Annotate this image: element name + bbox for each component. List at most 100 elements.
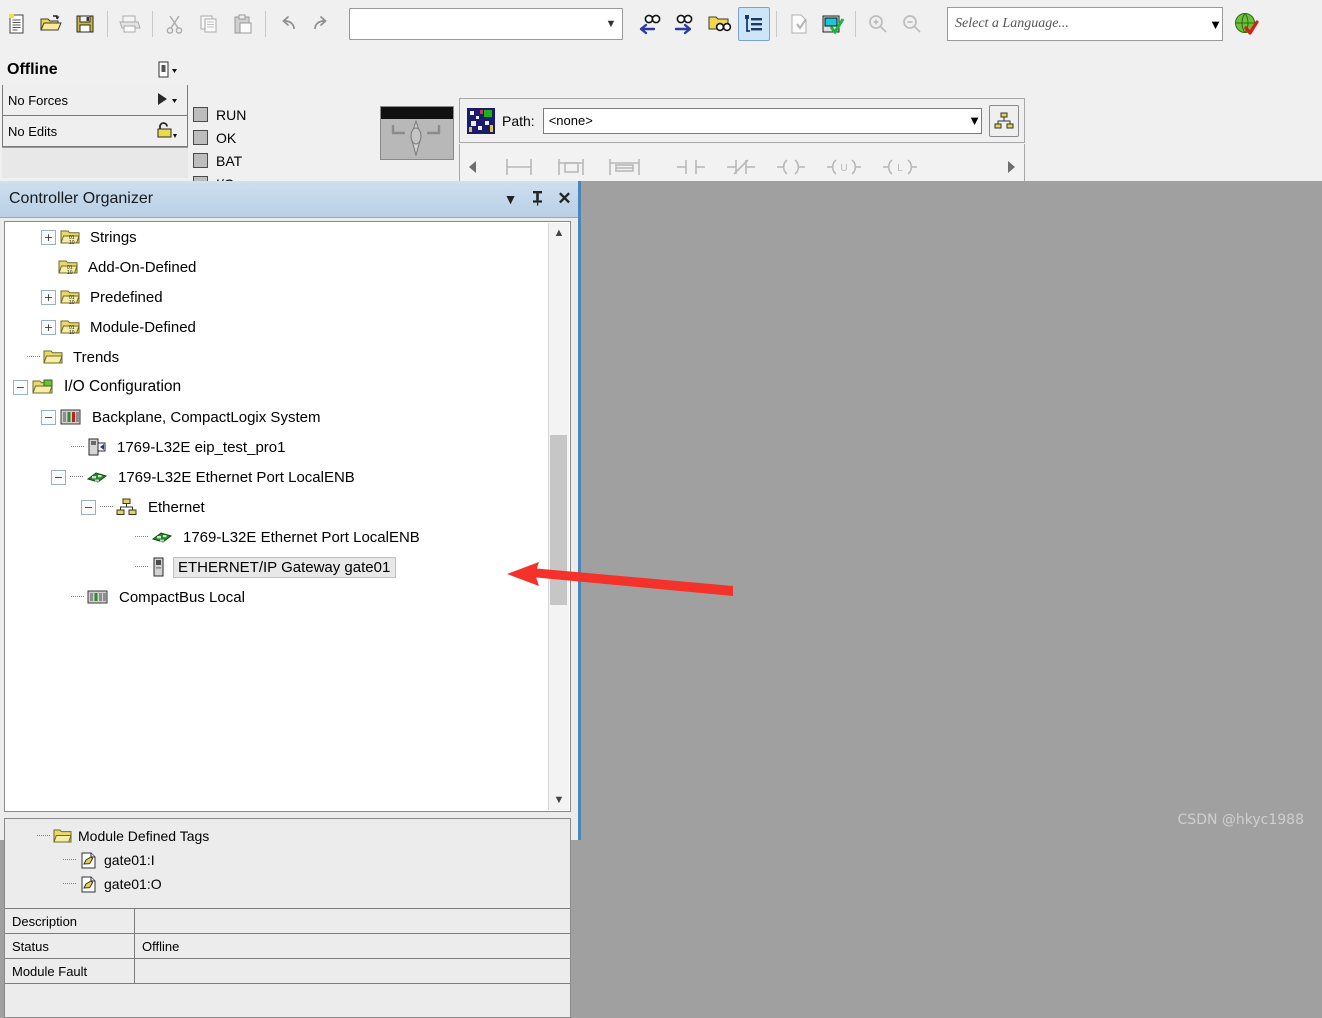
tree-line-icon — [70, 476, 83, 478]
pin-icon[interactable] — [524, 190, 551, 209]
expander-minus-icon[interactable]: − — [13, 379, 28, 395]
search-backwards-icon[interactable] — [636, 7, 668, 41]
tree-item-ethernet-ip-gateway[interactable]: ETHERNET/IP Gateway gate01 — [5, 552, 570, 582]
copy-icon[interactable] — [193, 7, 225, 41]
rslinx-who-active-icon[interactable] — [466, 107, 496, 135]
chevron-down-icon: ▼ — [1209, 16, 1222, 32]
led-label: OK — [216, 129, 237, 146]
tree-item-strings[interactable]: + 01 10 Strings — [5, 222, 570, 252]
io-folder-icon — [32, 378, 54, 396]
routine-selector-combo[interactable]: ▼ — [349, 8, 623, 40]
zoom-in-icon[interactable] — [862, 7, 894, 41]
tree-line-icon — [100, 506, 113, 508]
toolbar-separator — [152, 11, 153, 37]
close-icon[interactable]: ✕ — [551, 189, 578, 209]
edits-row[interactable]: No Edits — [2, 116, 188, 147]
tree-item-module-defined[interactable]: + 01 10 Module-Defined — [5, 312, 570, 342]
paste-icon[interactable] — [227, 7, 259, 41]
svg-text:10: 10 — [67, 270, 73, 276]
tree-item-label: Module-Defined — [90, 318, 196, 336]
tree-item-predefined[interactable]: + 01 10 Predefined — [5, 282, 570, 312]
ethernet-card-icon — [151, 528, 173, 546]
tags-root-row[interactable]: Module Defined Tags — [5, 824, 570, 848]
zoom-out-icon[interactable] — [896, 7, 928, 41]
otu-icon[interactable]: U — [825, 153, 863, 181]
branch-icon[interactable] — [554, 153, 588, 181]
tree-item-ethernet[interactable]: − Ethernet — [5, 492, 570, 522]
tree-item-ethernet-port[interactable]: − 1769-L32E Ethernet Port LocalENB — [5, 462, 570, 492]
search-forwards-icon[interactable] — [670, 7, 702, 41]
module-detail-panel: Module Defined Tags gate01:I gate01:O De… — [4, 818, 571, 1018]
tag-row[interactable]: gate01:O — [5, 872, 570, 896]
expander-minus-icon[interactable]: − — [81, 499, 96, 515]
search-toolbar-group — [635, 4, 929, 44]
otl-icon[interactable]: L — [881, 153, 919, 181]
path-browse-icon[interactable] — [989, 104, 1019, 137]
branch-level-icon[interactable] — [606, 153, 644, 181]
tree-item-trends[interactable]: Trends — [5, 342, 570, 372]
controller-organizer-panel: Controller Organizer ▼ ✕ + 01 10 Strings … — [0, 181, 578, 1018]
save-icon[interactable] — [69, 7, 101, 41]
language-selector-value: Select a Language... — [955, 16, 1069, 31]
redo-icon[interactable] — [306, 7, 338, 41]
expander-plus-icon[interactable]: + — [41, 319, 56, 335]
tree-item-compactbus-local[interactable]: CompactBus Local — [5, 582, 570, 612]
tag-icon — [79, 876, 98, 893]
status-row: Offline No Forces No Edits RUN OK BAT Pa… — [0, 48, 1322, 226]
path-input[interactable]: <none> ▼ — [542, 107, 982, 134]
tree-line-icon — [27, 356, 40, 358]
verify-routine-icon[interactable] — [783, 7, 815, 41]
scroll-down-icon[interactable]: ▼ — [549, 790, 569, 810]
panel-menu-dropdown-icon[interactable]: ▼ — [497, 191, 524, 207]
tree-scrollbar[interactable]: ▲ ▼ — [548, 223, 569, 810]
folder-icon — [43, 348, 63, 366]
expander-plus-icon[interactable]: + — [41, 289, 56, 305]
controller-organizer-tree[interactable]: + 01 10 Strings 01 10 Add-On-Defined + 01 1… — [4, 221, 571, 812]
svg-text:10: 10 — [69, 300, 75, 306]
controller-state-dropdown-icon[interactable] — [157, 60, 183, 80]
rung-icon[interactable] — [502, 153, 536, 181]
expander-minus-icon[interactable]: − — [41, 409, 56, 425]
undo-icon[interactable] — [272, 7, 304, 41]
cut-icon[interactable] — [159, 7, 191, 41]
language-globe-icon[interactable] — [1230, 7, 1262, 41]
tree-item-backplane[interactable]: − Backplane, CompactLogix System — [5, 402, 570, 432]
tree-item-controller-module[interactable]: 1769-L32E eip_test_pro1 — [5, 432, 570, 462]
padlock-icon[interactable] — [154, 120, 182, 142]
bat-led-icon — [193, 153, 208, 168]
instruction-scroll-left-icon[interactable] — [460, 160, 486, 174]
tree-item-io-configuration[interactable]: − I/O Configuration — [5, 372, 570, 402]
xio-icon[interactable] — [725, 153, 757, 181]
scroll-up-icon[interactable]: ▲ — [549, 223, 569, 243]
tree-item-add-on-defined[interactable]: 01 10 Add-On-Defined — [5, 252, 570, 282]
property-value — [135, 909, 570, 933]
expander-minus-icon[interactable]: − — [51, 469, 66, 485]
print-icon[interactable] — [114, 7, 146, 41]
controller-state-row[interactable]: Offline — [2, 54, 188, 85]
ote-icon[interactable] — [775, 153, 807, 181]
tag-label: gate01:O — [104, 876, 162, 892]
forces-row[interactable]: No Forces — [2, 85, 188, 116]
editor-workspace — [581, 181, 1322, 840]
controller-module-icon — [87, 438, 107, 456]
new-file-icon[interactable] — [1, 7, 33, 41]
status-blank-row — [2, 147, 188, 178]
language-selector[interactable]: Select a Language... ▼ — [947, 7, 1223, 41]
scrollbar-thumb[interactable] — [550, 435, 567, 605]
tags-root-label: Module Defined Tags — [78, 828, 210, 844]
verify-controller-icon[interactable] — [817, 7, 849, 41]
panel-title: Controller Organizer — [9, 190, 154, 207]
controller-organizer-icon[interactable] — [738, 7, 770, 41]
tree-item-ethernet-port-child[interactable]: 1769-L32E Ethernet Port LocalENB — [5, 522, 570, 552]
tag-row[interactable]: gate01:I — [5, 848, 570, 872]
expander-plus-icon[interactable]: + — [41, 229, 56, 245]
controller-keyswitch-graphic — [380, 106, 454, 160]
toolbar-separator — [855, 11, 856, 37]
data-type-folder-icon: 01 10 — [58, 258, 78, 276]
instruction-scroll-right-icon[interactable] — [998, 160, 1024, 174]
xic-icon[interactable] — [675, 153, 707, 181]
find-in-files-icon[interactable] — [704, 7, 736, 41]
open-folder-icon[interactable] — [35, 7, 67, 41]
tree-item-label: Trends — [73, 348, 120, 366]
forces-dropdown-icon[interactable] — [154, 90, 182, 110]
